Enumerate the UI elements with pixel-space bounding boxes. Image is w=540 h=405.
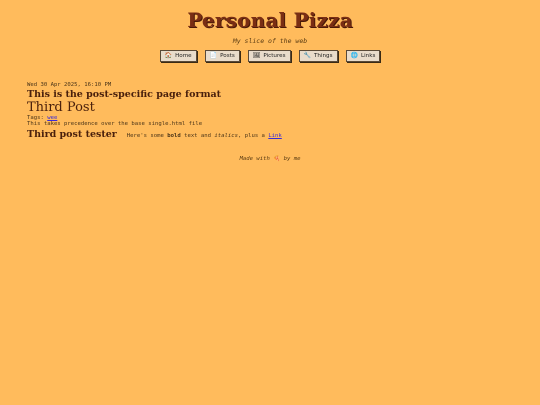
- links-icon: 🌐: [350, 52, 359, 59]
- site-title: Personal Pizza: [187, 8, 353, 32]
- body-suffix: , plus a: [237, 133, 265, 139]
- nav-home-label: Home: [175, 53, 192, 59]
- things-icon: 🔧: [303, 52, 311, 59]
- nav-links-button[interactable]: 🌐 Links: [345, 50, 381, 62]
- pizza-icon: 🍕: [273, 156, 281, 162]
- body-link[interactable]: Link: [268, 133, 281, 139]
- post-date: Wed 30 Apr 2025, 16:10 PM: [27, 82, 112, 88]
- body-italic: italics: [214, 133, 238, 139]
- post-title: Third Post: [27, 100, 95, 115]
- pictures-icon: 🖼: [252, 52, 261, 59]
- nav-links-label: Links: [361, 53, 376, 59]
- post-subheading: Third post tester: [27, 129, 117, 140]
- post-body-row: Third post tester Here's some bold text …: [27, 129, 507, 140]
- post: Wed 30 Apr 2025, 16:10 PM This is the po…: [27, 82, 507, 140]
- body-prefix: Here's some: [126, 133, 164, 139]
- nav-home-button[interactable]: 🏠 Home: [159, 50, 197, 62]
- post-format-heading: This is the post-specific page format: [27, 89, 222, 100]
- footer-prefix: Made with: [239, 156, 270, 162]
- site-tagline: My slice of the web: [232, 37, 308, 45]
- nav-pictures-label: Pictures: [263, 53, 286, 59]
- post-body: Here's some bold text and italics, plus …: [127, 133, 282, 139]
- post-note: This takes precedence over the base sing…: [27, 121, 203, 127]
- nav-things-button[interactable]: 🔧 Things: [298, 50, 338, 62]
- footer-suffix: by me: [283, 156, 301, 162]
- nav-posts-label: Posts: [220, 53, 235, 59]
- nav-posts-button[interactable]: 📄 Posts: [204, 50, 240, 62]
- main-nav: 🏠 Home 📄 Posts 🖼 Pictures 🔧 Things 🌐 Lin…: [0, 50, 540, 62]
- body-mid: text and: [184, 133, 212, 139]
- body-bold: bold: [167, 133, 181, 139]
- nav-things-label: Things: [314, 53, 333, 59]
- posts-icon: 📄: [209, 52, 218, 59]
- home-icon: 🏠: [164, 52, 173, 59]
- nav-pictures-button[interactable]: 🖼 Pictures: [247, 50, 291, 62]
- footer: Made with 🍕 by me: [0, 156, 540, 162]
